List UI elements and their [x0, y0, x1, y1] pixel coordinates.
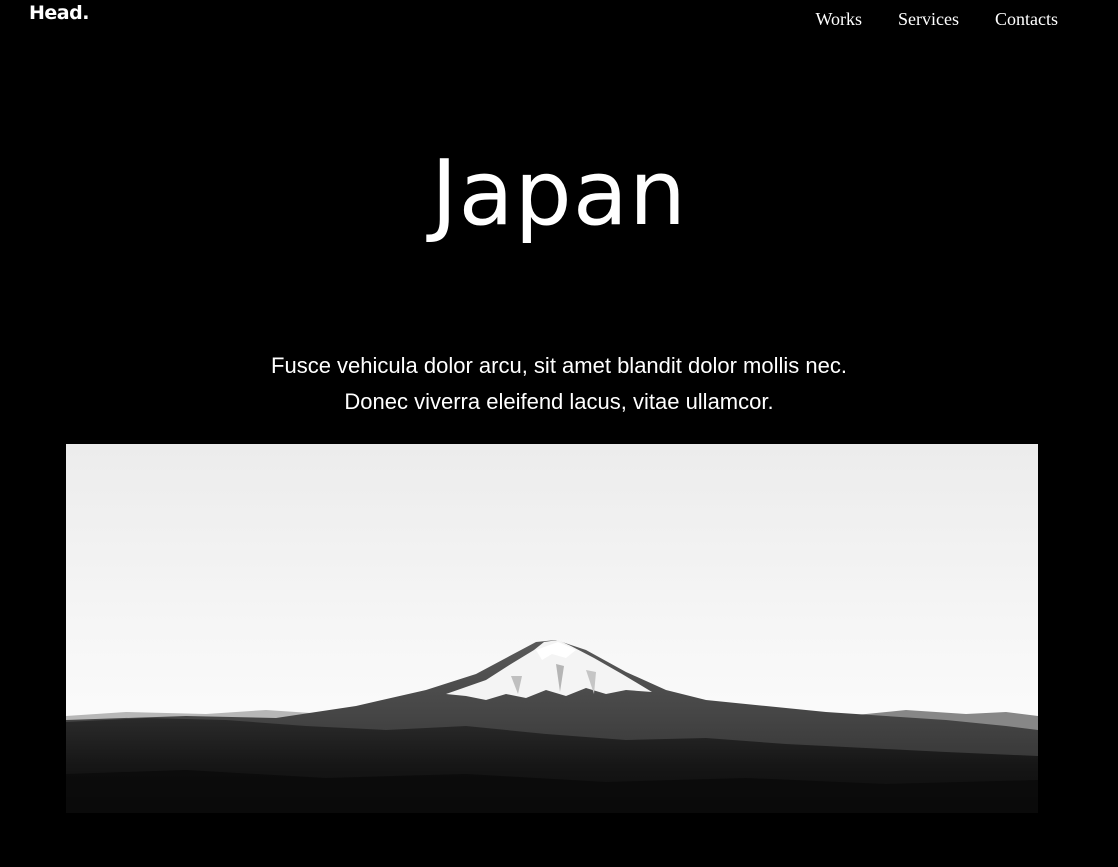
mountain-photo	[66, 444, 1038, 813]
hero-text-line-2: Donec viverra eleifend lacus, vitae ulla…	[344, 389, 774, 414]
logo[interactable]: Head.	[29, 2, 89, 24]
hero-text: Fusce vehicula dolor arcu, sit amet blan…	[0, 348, 1118, 420]
nav-item-contacts[interactable]: Contacts	[995, 9, 1058, 30]
main-nav: Works Services Contacts	[815, 9, 1058, 30]
hero-text-line-1: Fusce vehicula dolor arcu, sit amet blan…	[271, 353, 847, 378]
nav-item-services[interactable]: Services	[898, 9, 959, 30]
hero-title: Japan	[430, 141, 687, 246]
mountain-illustration	[66, 444, 1038, 813]
nav-item-works[interactable]: Works	[815, 9, 862, 30]
page: Head. Works Services Contacts Japan Fusc…	[0, 0, 1118, 867]
